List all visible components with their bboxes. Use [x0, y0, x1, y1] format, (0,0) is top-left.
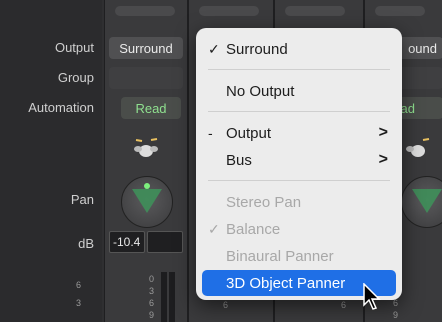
- meter-tick-label: 3: [76, 298, 82, 308]
- level-meter: [169, 272, 175, 322]
- volume-readout[interactable]: -10.4: [109, 231, 145, 253]
- mouse-pointer-icon: [363, 283, 381, 310]
- group-slot[interactable]: [109, 67, 183, 89]
- menu-item-label: Bus: [226, 151, 252, 169]
- menu-item-label: 3D Object Panner: [226, 274, 346, 292]
- menu-item-balance: ✓ Balance: [196, 216, 402, 242]
- meter-tick-label: 9: [393, 310, 399, 320]
- submenu-arrow-icon: >: [378, 151, 388, 168]
- meter-tick-label: 6: [149, 298, 155, 308]
- peak-readout: [147, 231, 183, 253]
- menu-item-binaural-panner: Binaural Panner: [196, 243, 402, 269]
- menu-item-bus[interactable]: Bus >: [196, 147, 402, 173]
- pan-knob[interactable]: [401, 176, 442, 228]
- menu-item-surround[interactable]: ✓ Surround: [196, 36, 402, 62]
- automation-mode-button[interactable]: Read: [121, 97, 181, 119]
- menu-separator: [208, 111, 390, 112]
- channel-strip: Surround Read -10.4 0 3 6 9: [104, 0, 188, 322]
- submenu-arrow-icon: >: [378, 124, 388, 141]
- menu-item-label: Output: [226, 124, 272, 142]
- menu-item-label: No Output: [226, 82, 295, 100]
- db-label: dB: [78, 236, 94, 251]
- menu-item-label: Balance: [226, 220, 281, 238]
- pan-knob[interactable]: [121, 176, 173, 228]
- menu-item-stereo-pan: Stereo Pan: [196, 189, 402, 215]
- level-meter: [161, 272, 167, 322]
- row-labels-column: Output Group Automation Pan dB 6 3: [0, 0, 102, 322]
- strip-slot[interactable]: [199, 6, 259, 16]
- meter-tick-label: 9: [149, 310, 155, 320]
- output-popup-menu: ✓ Surround No Output - Output > Bus > St…: [196, 28, 402, 300]
- menu-separator: [208, 180, 390, 181]
- checkmark-icon: ✓: [208, 220, 220, 237]
- output-selector[interactable]: Surround: [109, 37, 183, 59]
- drum-kit-icon: [406, 138, 430, 157]
- meter-tick-label: 6: [76, 280, 82, 290]
- pan-label: Pan: [70, 192, 94, 207]
- menu-item-label: Binaural Panner: [226, 247, 334, 265]
- output-label: Output: [54, 40, 94, 55]
- menu-separator: [208, 69, 390, 70]
- meter-tick-label: 6: [341, 300, 347, 310]
- automation-label: Automation: [28, 100, 94, 115]
- mixed-state-icon: -: [208, 125, 213, 141]
- menu-item-output[interactable]: - Output >: [196, 120, 402, 146]
- pan-wedge: [412, 189, 442, 213]
- pan-indicator-dot: [144, 183, 150, 189]
- drum-kit-icon: [134, 138, 158, 157]
- strip-slot[interactable]: [285, 6, 345, 16]
- meter-tick-label: 0: [149, 274, 155, 284]
- strip-slot[interactable]: [115, 6, 175, 16]
- menu-item-label: Stereo Pan: [226, 193, 302, 211]
- checkmark-icon: ✓: [208, 40, 220, 57]
- strip-slot[interactable]: [375, 6, 425, 16]
- meter-tick-label: 6: [223, 300, 229, 310]
- meter-tick-label: 3: [149, 286, 155, 296]
- menu-item-label: Surround: [226, 40, 288, 58]
- group-label: Group: [57, 70, 94, 85]
- menu-item-no-output[interactable]: No Output: [196, 78, 402, 104]
